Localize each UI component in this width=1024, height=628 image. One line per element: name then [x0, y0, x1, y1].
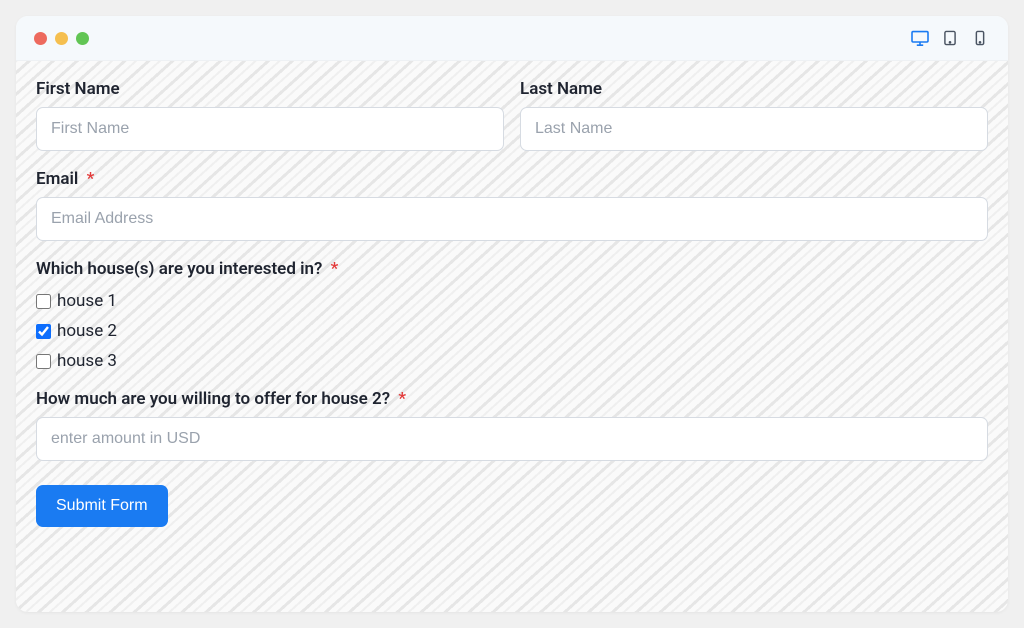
submit-button[interactable]: Submit Form [36, 485, 168, 527]
email-label-text: Email [36, 169, 78, 189]
houses-label-text: Which house(s) are you interested in? [36, 259, 322, 279]
required-marker: * [87, 169, 95, 189]
window-minimize-icon[interactable] [55, 32, 68, 45]
first-name-label: First Name [36, 79, 504, 99]
house-option: house 3 [36, 351, 988, 371]
house-option: house 2 [36, 321, 988, 341]
house-1-label: house 1 [57, 291, 117, 311]
window-zoom-icon[interactable] [76, 32, 89, 45]
offer-label-text: How much are you willing to offer for ho… [36, 389, 390, 409]
form-container: First Name Last Name Email * Which house… [16, 61, 1008, 612]
email-label: Email * [36, 169, 988, 189]
email-input[interactable] [36, 197, 988, 241]
house-2-checkbox[interactable] [36, 324, 51, 339]
browser-preview-window: First Name Last Name Email * Which house… [16, 16, 1008, 612]
house-3-label: house 3 [57, 351, 117, 371]
desktop-preview-icon[interactable] [910, 30, 930, 46]
required-marker: * [398, 389, 406, 409]
last-name-label: Last Name [520, 79, 988, 99]
last-name-input[interactable] [520, 107, 988, 151]
first-name-input[interactable] [36, 107, 504, 151]
window-close-icon[interactable] [34, 32, 47, 45]
device-preview-toggles [910, 30, 990, 46]
tablet-preview-icon[interactable] [940, 30, 960, 46]
house-2-label: house 2 [57, 321, 117, 341]
required-marker: * [331, 259, 339, 279]
house-option: house 1 [36, 291, 988, 311]
window-titlebar [16, 16, 1008, 61]
offer-input[interactable] [36, 417, 988, 461]
mobile-preview-icon[interactable] [970, 30, 990, 46]
window-controls [34, 32, 89, 45]
houses-label: Which house(s) are you interested in? * [36, 259, 988, 279]
house-1-checkbox[interactable] [36, 294, 51, 309]
offer-label: How much are you willing to offer for ho… [36, 389, 988, 409]
house-3-checkbox[interactable] [36, 354, 51, 369]
houses-checkbox-group: house 1 house 2 house 3 [36, 291, 988, 371]
